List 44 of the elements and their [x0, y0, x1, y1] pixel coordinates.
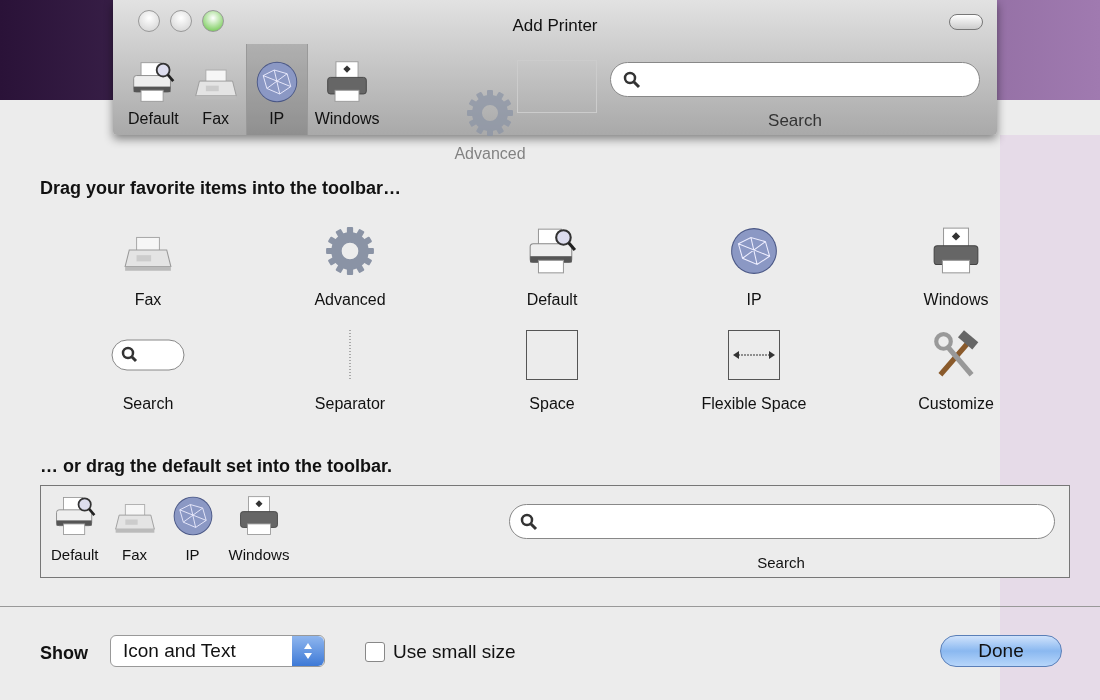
item-label: Fax: [122, 545, 148, 565]
search-icon: [623, 70, 641, 89]
item-label: Search: [122, 394, 174, 414]
stepper-arrows-icon: [292, 636, 324, 666]
item-label: IP: [185, 545, 200, 565]
search-field[interactable]: [610, 62, 980, 97]
window-title: Add Printer: [511, 15, 599, 37]
item-label: Separator: [314, 394, 386, 414]
toolbar-item[interactable]: Fax: [185, 44, 246, 135]
printer-magnifier-icon: [130, 59, 177, 105]
close-button[interactable]: [138, 10, 160, 32]
show-label: Show: [40, 642, 88, 665]
zoom-button[interactable]: [202, 10, 224, 32]
item-label: Space: [529, 394, 575, 414]
minimize-button[interactable]: [170, 10, 192, 32]
item-label: Search: [756, 553, 806, 573]
space-icon: [526, 329, 578, 380]
gear-icon: [324, 224, 376, 277]
toolbar-toggle-button[interactable]: [949, 14, 983, 30]
done-button[interactable]: Done: [940, 635, 1062, 667]
item-label: IP: [746, 290, 762, 310]
item-label: Default: [51, 545, 99, 565]
flexible-space-icon: [728, 329, 780, 380]
search-label: Search: [767, 110, 823, 132]
toolbar-item[interactable]: Default: [121, 44, 186, 135]
gear-icon: [465, 88, 515, 138]
item-label: Fax: [134, 290, 162, 310]
instruction-text: … or drag the default set into the toolbar.: [40, 455, 393, 478]
item-label: Customize: [918, 394, 994, 414]
show-popup[interactable]: Icon and Text: [110, 635, 325, 667]
search-icon: [520, 512, 538, 531]
item-label: Windows: [923, 290, 989, 310]
toolbar-item[interactable]: IP: [245, 44, 308, 135]
item-label: Windows: [228, 545, 290, 565]
item-label: Advanced: [314, 290, 386, 310]
separator-icon: [348, 329, 352, 380]
default-set-panel[interactable]: Default Fax IP Windows Search: [40, 485, 1070, 578]
small-size-checkbox[interactable]: Use small size: [365, 638, 516, 667]
item-label: Default: [526, 290, 578, 310]
instruction-text: Drag your favorite items into the toolbar…: [40, 177, 402, 200]
item-label: Flexible Space: [701, 394, 807, 414]
search-field-icon: [111, 338, 185, 371]
toolbar-item[interactable]: Windows: [307, 44, 387, 135]
item-label: Advanced: [454, 144, 526, 164]
